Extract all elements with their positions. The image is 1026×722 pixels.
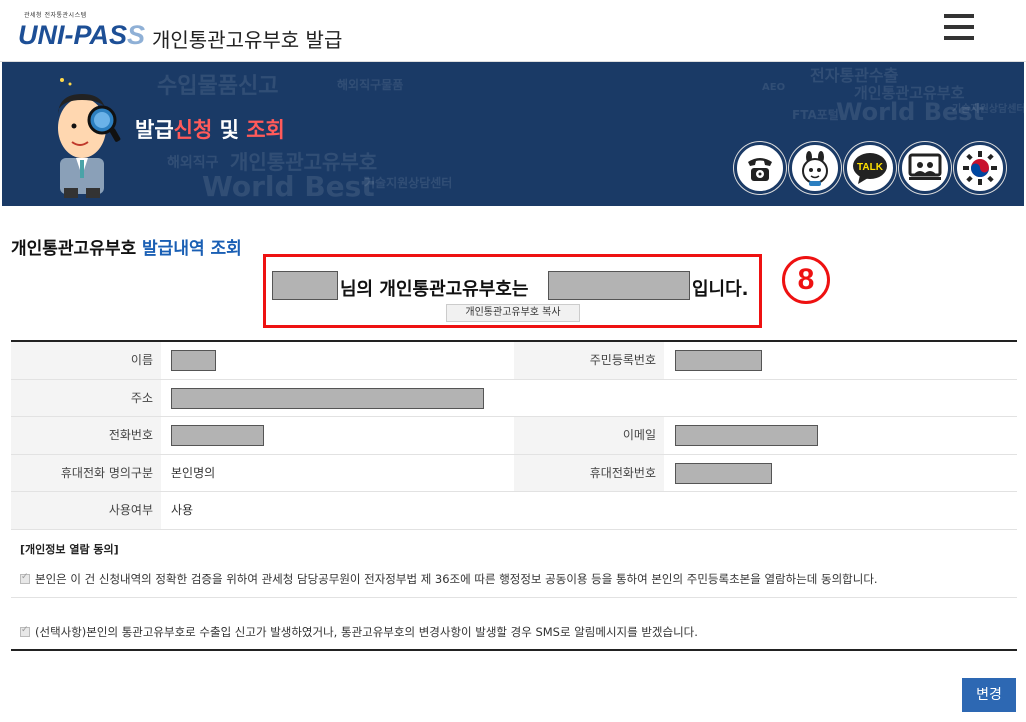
mascot-chat-icon[interactable]: [789, 142, 841, 194]
page-section-title: 개인통관고유부호 발급내역 조회: [11, 234, 242, 259]
mobile-label: 휴대전화번호: [514, 454, 664, 492]
banner-title-part: 발급: [135, 118, 174, 142]
banner-bg-word: World Best: [202, 170, 375, 203]
banner-bg-word: 해외직구: [167, 155, 219, 171]
logo-pass: PAS: [73, 20, 128, 50]
banner-title-part: 및: [212, 118, 247, 142]
consent-title: [개인정보 열람 동의]: [20, 543, 119, 556]
consent-text-2: (선택사항)본인의 통관고유부호로 수출입 신고가 발생하였거나, 통관고유부호…: [35, 625, 698, 639]
phone-value: [161, 417, 514, 454]
logo-wordmark: UNI-PASS: [18, 20, 145, 51]
banner-bg-word: 해외직구물품: [337, 78, 404, 92]
mobile-owner-value: 본인명의: [171, 465, 216, 480]
top-header: 관세청 전자통관시스템 UNI-PASS 개인통관고유부호 발급: [0, 0, 1026, 62]
banner-title-highlight: 신청: [173, 118, 213, 142]
remote-support-icon[interactable]: [899, 142, 951, 194]
government-emblem-icon[interactable]: [954, 142, 1006, 194]
table-row: 전화번호 이메일: [11, 417, 1017, 455]
copy-customs-code-button[interactable]: 개인통관고유부호 복사: [446, 304, 580, 322]
rrn-value: [664, 342, 1017, 379]
masked-value: [675, 350, 762, 371]
table-row: 사용여부 사용: [11, 492, 1017, 530]
table-row: 이름 주민등록번호: [11, 342, 1017, 380]
masked-customs-code: [548, 271, 690, 300]
mascot-illustration-icon: [58, 78, 121, 198]
mobile-owner-label: 휴대전화 명의구분: [11, 454, 161, 492]
banner-bg-word: AEO: [762, 82, 786, 93]
divider: [11, 649, 1017, 651]
address-value: [161, 380, 1017, 417]
consent-text-1: 본인은 이 건 신청내역의 정확한 검증을 위하여 관세청 담당공무원이 전자정…: [35, 572, 878, 586]
banner-title-highlight: 조회: [246, 118, 285, 142]
logo-dash: -: [64, 20, 74, 50]
result-text-end: 입니다.: [692, 279, 749, 300]
phone-label: 전화번호: [11, 417, 161, 454]
section-title-highlight: 발급내역 조회: [142, 239, 242, 259]
banner-bg-word: 기술지원상담센터: [952, 104, 1024, 115]
logo-tail: S: [127, 20, 146, 50]
app-title: 개인통관고유부호 발급: [152, 28, 343, 52]
talk-icon-label: TALK: [857, 162, 884, 173]
banner-bg-word: 수입물품신고: [157, 74, 279, 99]
change-button[interactable]: 변경: [962, 678, 1016, 712]
mobile-value: [664, 455, 1017, 492]
consent-item-1: 본인은 이 건 신청내역의 정확한 검증을 위하여 관세청 담당공무원이 전자정…: [20, 571, 878, 587]
step-number-badge: 8: [782, 256, 830, 304]
menu-icon[interactable]: [944, 14, 974, 40]
banner-title: 발급신청 및 조회: [135, 114, 285, 144]
usage-value: 사용: [171, 503, 194, 518]
masked-name: [272, 271, 338, 300]
masked-value: [675, 425, 818, 447]
consent-checkbox-1[interactable]: [20, 572, 30, 584]
divider: [11, 597, 1017, 598]
address-label: 주소: [11, 379, 161, 417]
table-row: 휴대전화 명의구분 본인명의 휴대전화번호: [11, 454, 1017, 493]
masked-value: [171, 425, 264, 447]
name-value: [161, 342, 514, 379]
usage-label: 사용여부: [11, 492, 161, 529]
logo-uni: UNI: [18, 20, 65, 50]
masked-value: [171, 350, 216, 371]
applicant-info-table: 이름 주민등록번호 주소 전화번호 이메일 휴대전화 명의구분 본인명의 휴대전…: [11, 340, 1017, 530]
hero-banner: 수입물품신고 해외직구물품 전자통관수출 개인통관고유부호 World Best…: [2, 62, 1024, 206]
email-label: 이메일: [514, 417, 664, 454]
phone-icon[interactable]: [734, 142, 786, 194]
table-row: 주소: [11, 379, 1017, 418]
email-value: [664, 417, 1017, 454]
masked-value: [171, 387, 484, 409]
talk-icon[interactable]: TALK: [844, 142, 896, 194]
name-label: 이름: [11, 342, 161, 379]
banner-bg-word: FTA포털: [792, 108, 839, 122]
banner-bg-word: 기술지원상담센터: [364, 176, 453, 190]
consent-checkbox-2[interactable]: [20, 625, 30, 637]
consent-item-2: (선택사항)본인의 통관고유부호로 수출입 신고가 발생하였거나, 통관고유부호…: [20, 624, 698, 640]
result-text-middle: 님의 개인통관고유부호는: [340, 279, 529, 300]
rrn-label: 주민등록번호: [514, 342, 664, 379]
section-title-part: 개인통관고유부호: [11, 239, 143, 259]
masked-value: [675, 462, 772, 484]
logo-subtitle: 관세청 전자통관시스템: [24, 12, 87, 19]
